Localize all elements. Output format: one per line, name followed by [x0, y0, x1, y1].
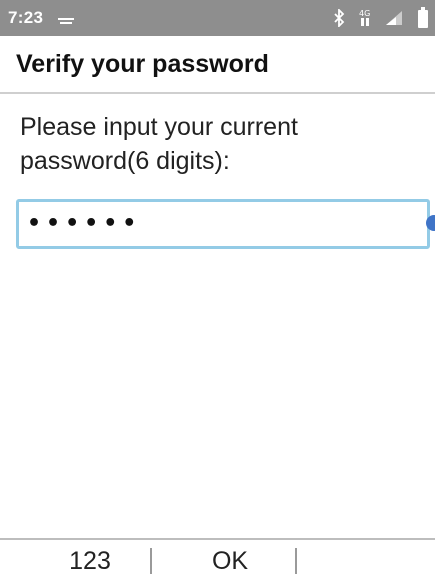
softkey-ok-button[interactable]: OK [180, 540, 280, 582]
password-field[interactable]: •••••• [16, 199, 430, 249]
cursor-handle[interactable] [426, 215, 435, 231]
softkey-left-123[interactable]: 123 [40, 540, 140, 582]
status-bar: 7:23 4G [0, 0, 435, 36]
softkey-divider [295, 548, 297, 574]
signal-icon [385, 10, 403, 26]
softkey-bar: 123 OK [0, 538, 435, 582]
title-bar: Verify your password [0, 36, 435, 94]
4g-icon: 4G [359, 8, 371, 28]
screen: 7:23 4G Verify your password Please inpu… [0, 0, 435, 582]
prompt-text: Please input your current password(6 dig… [20, 113, 298, 175]
softkey-divider [150, 548, 152, 574]
password-value: •••••• [27, 211, 142, 236]
battery-icon [417, 7, 429, 29]
notification-icon [57, 12, 75, 24]
page-title: Verify your password [16, 49, 269, 78]
status-time: 7:23 [8, 8, 44, 27]
bluetooth-icon [333, 9, 345, 27]
svg-text:4G: 4G [359, 9, 370, 18]
status-icons: 4G [333, 0, 429, 36]
